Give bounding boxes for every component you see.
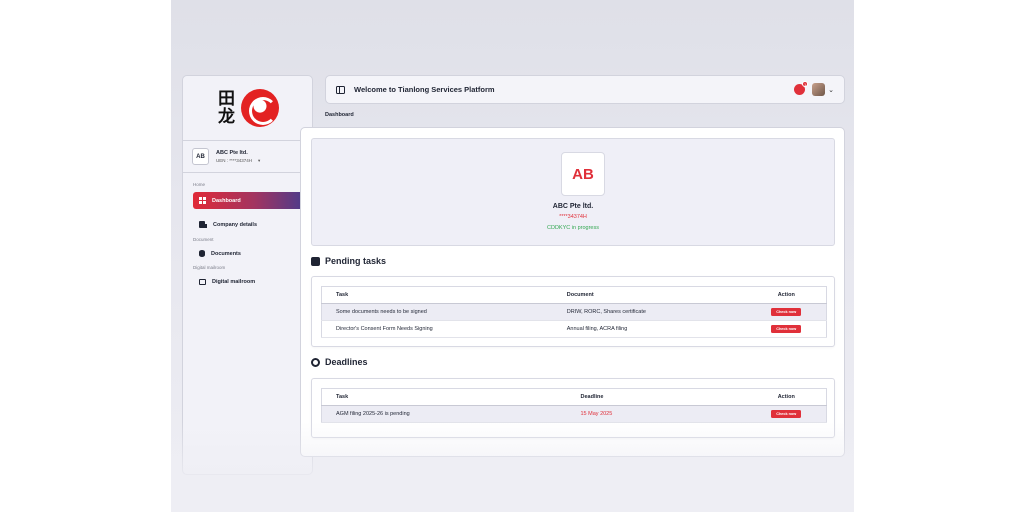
company-name: ABC Pte ltd. bbox=[216, 149, 248, 156]
tasks-icon bbox=[311, 256, 320, 266]
column-header-action: Action bbox=[746, 286, 827, 304]
app-window: 田 龙 AB ABC Pte ltd. UEN : ****34374H ▾ H… bbox=[171, 0, 854, 512]
section-label-home: Home bbox=[193, 182, 206, 187]
task-cell: Some documents needs to be signed bbox=[321, 303, 553, 321]
company-logo: 田 龙 bbox=[183, 76, 312, 141]
sidebar-item-dashboard[interactable]: Dashboard bbox=[193, 192, 305, 209]
page-title: Welcome to Tianlong Services Platform bbox=[354, 85, 495, 94]
column-header-task: Task bbox=[321, 388, 567, 406]
dragon-emblem-icon bbox=[240, 89, 279, 127]
sidebar-item-label: Company details bbox=[213, 221, 258, 228]
company-avatar: AB bbox=[192, 148, 209, 165]
database-icon bbox=[199, 250, 205, 257]
section-title: Pending tasks bbox=[325, 256, 387, 266]
sidebar-item-label: Dashboard bbox=[212, 197, 241, 204]
dashboard-panel: AB ABC Pte ltd. ****34374H CDDKYC in pro… bbox=[300, 127, 845, 457]
sidebar-toggle-icon[interactable] bbox=[336, 85, 345, 94]
avatar[interactable] bbox=[812, 83, 826, 96]
pending-tasks-heading: Pending tasks bbox=[311, 256, 386, 266]
section-title: Deadlines bbox=[325, 357, 368, 367]
table-row: AGM filing 2025-26 is pending 15 May 202… bbox=[321, 405, 827, 423]
column-header-task: Task bbox=[321, 286, 553, 304]
dashboard-grid-icon bbox=[199, 197, 206, 204]
notification-badge: 1 bbox=[802, 81, 809, 87]
task-cell: Director's Consent Form Needs Signing bbox=[321, 320, 553, 338]
pending-tasks-card: Task Document Action Some documents need… bbox=[311, 276, 835, 347]
deadlines-table: Task Deadline Action AGM filing 2025-26 … bbox=[321, 388, 827, 423]
task-cell: AGM filing 2025-26 is pending bbox=[321, 405, 567, 423]
document-cell: DRIW, RORC, Shares certificate bbox=[552, 303, 747, 321]
sidebar-item-label: Digital mailroom bbox=[212, 278, 256, 285]
breadcrumb[interactable]: Dashboard bbox=[325, 112, 354, 118]
deadlines-card: Task Deadline Action AGM filing 2025-26 … bbox=[311, 378, 835, 438]
table-row: Some documents needs to be signed DRIW, … bbox=[321, 303, 827, 321]
company-uen: UEN : ****34374H bbox=[216, 157, 253, 163]
section-label-mailroom: Digital mailroom bbox=[193, 265, 226, 270]
top-header: Welcome to Tianlong Services Platform 1 … bbox=[325, 75, 845, 104]
clock-icon bbox=[311, 357, 320, 367]
status-badge: CDDKYC in progress bbox=[547, 225, 599, 231]
building-icon bbox=[199, 221, 207, 228]
company-switcher[interactable]: AB ABC Pte ltd. UEN : ****34374H ▾ bbox=[183, 141, 312, 173]
sidebar: 田 龙 AB ABC Pte ltd. UEN : ****34374H ▾ H… bbox=[182, 75, 313, 475]
check-now-button[interactable]: Check now bbox=[771, 410, 802, 418]
table-row: Director's Consent Form Needs Signing An… bbox=[321, 320, 827, 338]
column-header-document: Document bbox=[552, 286, 747, 304]
profile-uen: ****34374H bbox=[559, 214, 587, 220]
company-avatar-large: AB bbox=[561, 152, 605, 196]
column-header-deadline: Deadline bbox=[566, 388, 747, 406]
sidebar-item-digital-mailroom[interactable]: Digital mailroom bbox=[193, 273, 305, 290]
deadline-cell: 15 May 2025 bbox=[566, 405, 747, 423]
logo-kanji: 田 龙 bbox=[218, 89, 235, 127]
document-cell: Annual filing, ACRA filing bbox=[552, 320, 747, 338]
sidebar-item-label: Documents bbox=[211, 250, 241, 257]
profile-company-name: ABC Pte ltd. bbox=[552, 203, 594, 210]
company-profile-card: AB ABC Pte ltd. ****34374H CDDKYC in pro… bbox=[311, 138, 835, 246]
sidebar-item-documents[interactable]: Documents bbox=[193, 245, 305, 262]
deadlines-heading: Deadlines bbox=[311, 357, 368, 367]
chevron-down-icon[interactable]: ⌄ bbox=[828, 86, 834, 94]
pending-tasks-table: Task Document Action Some documents need… bbox=[321, 286, 827, 338]
bell-icon[interactable]: 1 bbox=[794, 81, 809, 95]
check-now-button[interactable]: Check now bbox=[771, 325, 802, 333]
caret-down-icon[interactable]: ▾ bbox=[258, 158, 260, 164]
inbox-icon bbox=[199, 278, 206, 285]
column-header-action: Action bbox=[746, 388, 827, 406]
section-label-document: Document bbox=[193, 237, 214, 242]
sidebar-item-company-details[interactable]: Company details bbox=[193, 216, 305, 233]
check-now-button[interactable]: Check now bbox=[771, 308, 802, 316]
